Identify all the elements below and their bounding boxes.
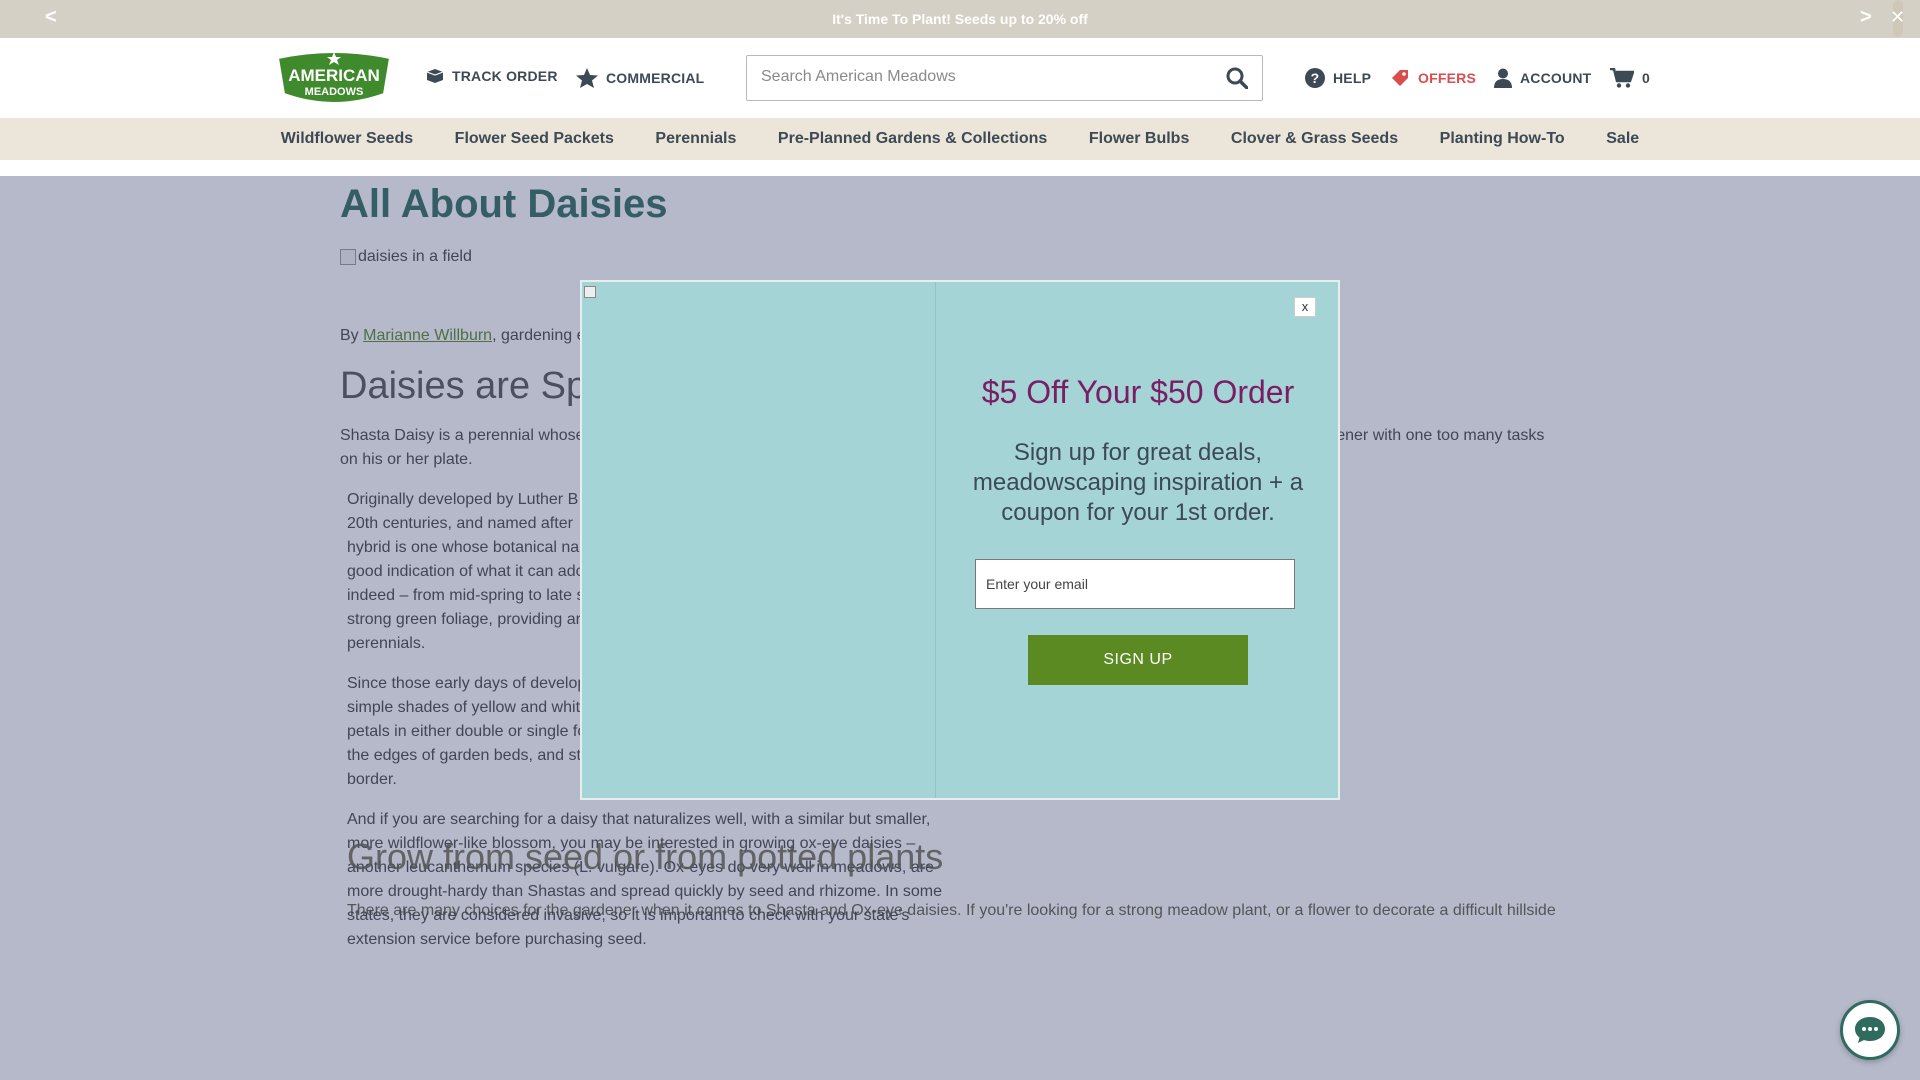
cart-count: 0	[1642, 70, 1650, 86]
grow-paragraph: There are many choices for the gardener …	[347, 902, 1556, 919]
broken-image-icon	[584, 286, 596, 298]
section-heading-grow: Grow from seed or from potted plants	[347, 836, 944, 877]
site-header: AMERICAN MEADOWS TRACK ORDER COMMERCIAL …	[240, 38, 1680, 118]
logo-badge: AMERICAN MEADOWS	[276, 51, 392, 104]
email-input[interactable]	[986, 576, 1276, 592]
nav-item-wildflower-seeds[interactable]: Wildflower Seeds	[281, 118, 413, 160]
search-input[interactable]	[761, 68, 1201, 86]
email-field[interactable]	[975, 559, 1295, 609]
signup-button[interactable]: SIGN UP	[1028, 635, 1248, 685]
box-icon	[426, 69, 444, 83]
nav-item-flower-bulbs[interactable]: Flower Bulbs	[1089, 118, 1189, 160]
logo-text-top: AMERICAN	[288, 66, 380, 85]
cart-icon	[1610, 68, 1634, 88]
help-link[interactable]: ? HELP	[1305, 68, 1371, 88]
track-order-link[interactable]: TRACK ORDER	[426, 68, 558, 84]
commercial-link[interactable]: COMMERCIAL	[576, 68, 704, 88]
modal-image	[582, 282, 936, 798]
modal-subtext: Sign up for great deals, meadowscaping i…	[972, 439, 1304, 526]
promo-bar: < It's Time To Plant! Seeds up to 20% of…	[0, 0, 1920, 38]
track-order-label: TRACK ORDER	[452, 68, 558, 84]
help-icon: ?	[1305, 68, 1325, 88]
signup-modal: x $5 Off Your $50 Order Sign up for grea…	[580, 280, 1340, 800]
modal-close-button[interactable]: x	[1294, 297, 1316, 317]
chat-button[interactable]	[1840, 1000, 1900, 1060]
nav-item-planting-how-to[interactable]: Planting How-To	[1440, 118, 1565, 160]
tag-icon	[1392, 70, 1408, 86]
nav-item-flower-seed-packets[interactable]: Flower Seed Packets	[455, 118, 614, 160]
offers-link[interactable]: OFFERS	[1390, 68, 1476, 88]
help-label: HELP	[1333, 70, 1372, 86]
nav-item-pre-planned-gardens[interactable]: Pre-Planned Gardens & Collections	[778, 118, 1047, 160]
account-link[interactable]: ACCOUNT	[1494, 68, 1591, 88]
nav-item-perennials[interactable]: Perennials	[655, 118, 736, 160]
star-icon	[576, 68, 598, 88]
svg-text:?: ?	[1311, 70, 1320, 86]
search-icon[interactable]	[1226, 67, 1248, 89]
promo-message[interactable]: It's Time To Plant! Seeds up to 20% off	[0, 11, 1920, 27]
nav-item-clover-grass-seeds[interactable]: Clover & Grass Seeds	[1231, 118, 1398, 160]
offers-label: OFFERS	[1418, 70, 1476, 86]
promo-next-button[interactable]: >	[1860, 6, 1872, 29]
commercial-label: COMMERCIAL	[606, 70, 705, 86]
search-box[interactable]	[746, 55, 1263, 101]
modal-offer-heading: $5 Off Your $50 Order	[981, 374, 1295, 410]
cart-link[interactable]: 0	[1610, 68, 1650, 88]
main-nav: Wildflower Seeds Flower Seed Packets Per…	[0, 118, 1920, 160]
chat-bubble-icon	[1855, 1017, 1885, 1043]
site-logo[interactable]: AMERICAN MEADOWS	[272, 48, 396, 108]
account-label: ACCOUNT	[1520, 70, 1592, 86]
nav-item-sale[interactable]: Sale	[1606, 118, 1639, 160]
promo-close-button[interactable]: ✕	[1890, 7, 1905, 28]
logo-text-bottom: MEADOWS	[305, 86, 364, 98]
user-icon	[1494, 68, 1512, 88]
